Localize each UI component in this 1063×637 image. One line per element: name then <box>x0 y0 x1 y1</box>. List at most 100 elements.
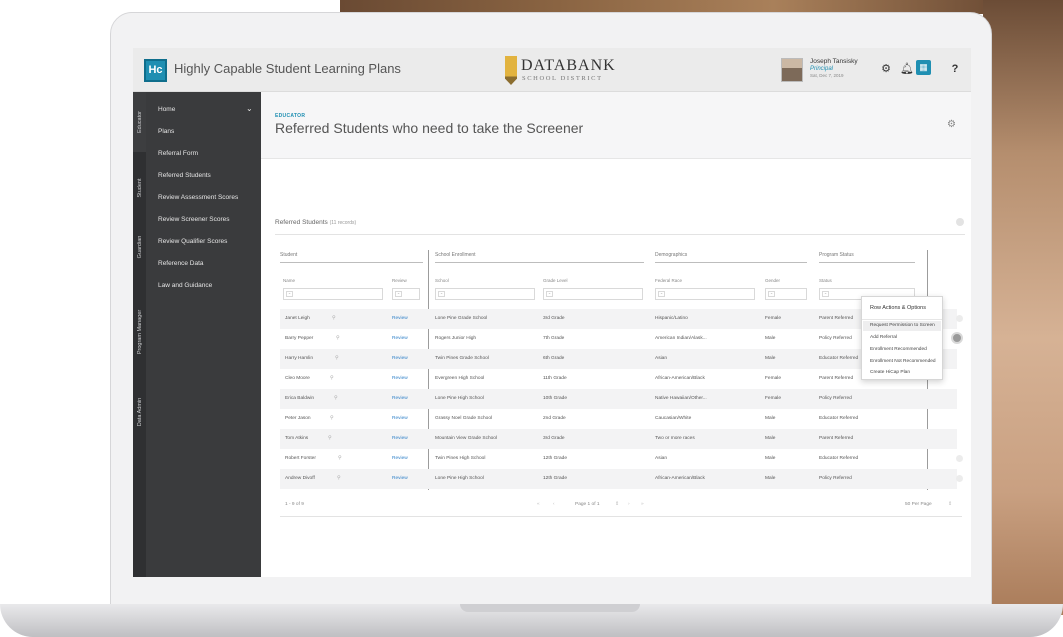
tab-educator[interactable]: Educator <box>133 92 146 152</box>
student-name[interactable]: Harry Hamlin <box>285 356 313 361</box>
group-enrollment-rule <box>435 262 644 263</box>
sidebar-item-home[interactable]: Home <box>158 106 175 113</box>
filter-icon: ⌃ <box>546 291 553 297</box>
app-logo[interactable]: Hc <box>144 59 167 82</box>
table-row[interactable]: Peter Jason ⚲ Review Grassy Noel Grade Sc… <box>280 409 957 429</box>
student-name[interactable]: Cleo Moore <box>285 376 310 381</box>
col-header-school[interactable]: School <box>435 278 449 283</box>
table-row[interactable]: Tom Atkins ⚲ Review Mountain View Grade S… <box>280 429 957 449</box>
sidebar-item-review-assessment-scores[interactable]: Review Assessment Scores <box>158 194 238 201</box>
review-link[interactable]: Review <box>392 476 408 481</box>
review-link[interactable]: Review <box>392 456 408 461</box>
review-link[interactable]: Review <box>392 436 408 441</box>
card-options-icon[interactable] <box>956 218 964 226</box>
review-link[interactable]: Review <box>392 416 408 421</box>
calendar-icon[interactable]: ▦ <box>916 60 931 75</box>
search-icon[interactable]: ⚲ <box>337 476 341 481</box>
user-name[interactable]: Joseph Tansisky <box>810 58 858 65</box>
bell-icon[interactable]: 🔔︎ <box>900 62 914 76</box>
row-options-icon[interactable] <box>956 455 963 462</box>
per-page-stepper-icon[interactable]: ⇕ <box>948 502 952 507</box>
col-header-race[interactable]: Federal Race <box>655 278 682 283</box>
last-page-icon[interactable]: » <box>641 502 644 507</box>
filter-gender-input[interactable]: ⌃ <box>765 288 807 300</box>
student-name[interactable]: Barry Pepper <box>285 336 313 341</box>
sidebar-item-reference-data[interactable]: Reference Data <box>158 260 204 267</box>
tab-data-admin[interactable]: Data Admin <box>133 382 146 442</box>
table-row[interactable]: Barry Pepper ⚲ Review Rogers Junior High … <box>280 329 963 349</box>
chevron-down-icon[interactable]: ⌄ <box>246 104 253 113</box>
col-header-gender[interactable]: Gender <box>765 278 780 283</box>
page-stepper-icon[interactable]: ⇕ <box>615 502 619 507</box>
sidebar-item-referred-students[interactable]: Referred Students <box>158 172 211 179</box>
next-page-icon[interactable]: › <box>628 502 630 507</box>
menu-item-request-permission[interactable]: Request Permission to Screen <box>870 323 935 328</box>
tab-data-admin-label: Data Admin <box>136 397 143 427</box>
search-icon[interactable]: ⚲ <box>330 416 334 421</box>
filter-name-input[interactable]: ⌃ <box>283 288 383 300</box>
row-options-icon[interactable] <box>956 315 963 322</box>
sidebar-item-referral-form[interactable]: Referral Form <box>158 150 198 157</box>
row-options-icon[interactable] <box>956 475 963 482</box>
gender-cell: Male <box>765 416 776 421</box>
review-link[interactable]: Review <box>392 376 408 381</box>
col-header-review[interactable]: Review <box>392 278 407 283</box>
filter-race-input[interactable]: ⌃ <box>655 288 755 300</box>
search-icon[interactable]: ⚲ <box>328 436 332 441</box>
search-icon[interactable]: ⚲ <box>330 376 334 381</box>
tab-guardian-label: Guardian <box>136 235 143 259</box>
menu-item-enrollment-recommended[interactable]: Enrollment Recommended <box>870 347 927 352</box>
filter-grade-input[interactable]: ⌃ <box>543 288 643 300</box>
review-link[interactable]: Review <box>392 356 408 361</box>
review-link[interactable]: Review <box>392 336 408 341</box>
review-link[interactable]: Review <box>392 316 408 321</box>
tab-student[interactable]: Student <box>133 164 146 212</box>
col-header-name[interactable]: Name <box>283 278 295 283</box>
prev-page-icon[interactable]: ‹ <box>553 502 555 507</box>
tab-program-manager[interactable]: Program Manager <box>133 292 146 372</box>
tab-guardian[interactable]: Guardian <box>133 217 146 277</box>
search-icon[interactable]: ⚲ <box>334 396 338 401</box>
help-icon[interactable]: ? <box>950 62 960 76</box>
search-icon[interactable]: ⚲ <box>335 356 339 361</box>
student-name[interactable]: Erica Baldwin <box>285 396 314 401</box>
table-row[interactable]: Andrew Divoff ⚲ Review Lone Pine High Sch… <box>280 469 963 489</box>
student-name[interactable]: Peter Jason <box>285 416 311 421</box>
student-name[interactable]: Tom Atkins <box>285 436 308 441</box>
search-icon[interactable]: ⚲ <box>338 456 342 461</box>
filter-school-input[interactable]: ⌃ <box>435 288 535 300</box>
first-page-icon[interactable]: « <box>537 502 540 507</box>
settings-cogs-icon[interactable]: ⚙ <box>879 62 893 76</box>
table-row[interactable]: Cleo Moore ⚲ Review Evergreen High School… <box>280 369 957 389</box>
sidebar-item-law-and-guidance[interactable]: Law and Guidance <box>158 282 212 289</box>
student-name[interactable]: Robert Forster <box>285 456 316 461</box>
tab-educator-label: Educator <box>136 110 143 134</box>
student-name[interactable]: Janet Leigh <box>285 316 310 321</box>
menu-item-add-referral[interactable]: Add Referral <box>870 335 897 340</box>
school-cell: Evergreen High School <box>435 376 485 381</box>
col-header-grade[interactable]: Grade Level <box>543 278 568 283</box>
search-icon[interactable]: ⚲ <box>332 316 336 321</box>
filter-icon: ⌃ <box>286 291 293 297</box>
menu-item-enrollment-not-recommended[interactable]: Enrollment Not Recommended <box>870 359 936 364</box>
col-header-status[interactable]: Status <box>819 278 832 283</box>
race-cell: American Indian/Alask... <box>655 336 707 341</box>
sidebar-item-plans[interactable]: Plans <box>158 128 174 135</box>
review-link[interactable]: Review <box>392 396 408 401</box>
table-row[interactable]: Robert Forster ⚲ Review Twin Pines High S… <box>280 449 963 469</box>
sidebar-item-review-screener-scores[interactable]: Review Screener Scores <box>158 216 230 223</box>
menu-item-create-hicap-plan[interactable]: Create HiCap Plan <box>870 370 910 375</box>
brand-subtitle: SCHOOL DISTRICT <box>522 75 603 82</box>
card-title: Referred Students (11 records) <box>275 219 356 226</box>
avatar[interactable] <box>781 58 803 82</box>
per-page-select[interactable]: 50 Per Page <box>905 502 932 507</box>
table-row[interactable]: Harry Hamlin ⚲ Review Twin Pines Grade Sc… <box>280 349 957 369</box>
student-name[interactable]: Andrew Divoff <box>285 476 315 481</box>
search-icon[interactable]: ⚲ <box>336 336 340 341</box>
gender-cell: Male <box>765 456 776 461</box>
filter-review-input[interactable]: ⌃ <box>392 288 420 300</box>
sidebar-item-review-qualifier-scores[interactable]: Review Qualifier Scores <box>158 238 227 245</box>
table-row[interactable]: Janet Leigh ⚲ Review Lone Pine Grade Scho… <box>280 309 963 329</box>
row-options-icon[interactable] <box>951 332 963 344</box>
table-row[interactable]: Erica Baldwin ⚲ Review Lone Pine High Sch… <box>280 389 957 409</box>
